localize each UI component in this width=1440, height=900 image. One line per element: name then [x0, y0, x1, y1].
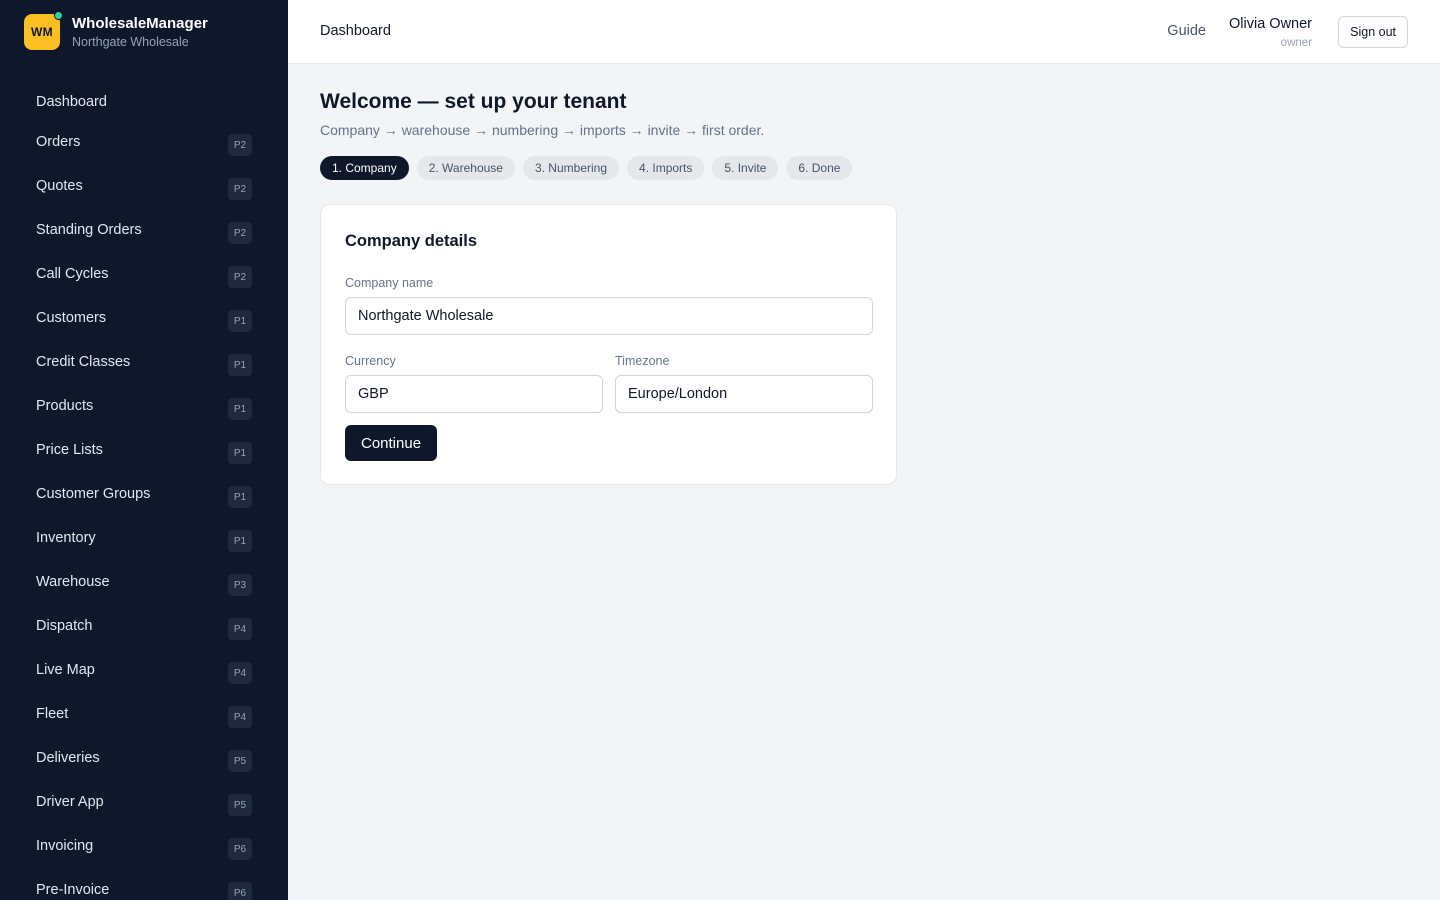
brand-logo: WM [24, 11, 63, 50]
top-bar: Dashboard Guide Olivia Owner owner Sign … [288, 0, 1440, 64]
sidebar-item-label: Pre-Invoice [36, 882, 110, 898]
sidebar-item-fleet[interactable]: Fleet P4 [16, 692, 272, 736]
step-company[interactable]: 1. Company [320, 156, 409, 180]
sidebar-item-warehouse[interactable]: Warehouse P3 [16, 560, 272, 604]
user-info: Olivia Owner owner [1229, 15, 1312, 51]
sidebar-item-label: Fleet [36, 706, 69, 722]
sidebar-item-deliveries[interactable]: Deliveries P5 [16, 736, 272, 780]
sidebar-item-customer-groups[interactable]: Customer Groups P1 [16, 472, 272, 516]
sidebar-nav: Dashboard Orders P2 Quotes P2 Standing O… [16, 80, 272, 900]
timezone-label: Timezone [615, 354, 670, 368]
sidebar-item-dispatch[interactable]: Dispatch P4 [16, 604, 272, 648]
company-details-card: Company details Company name Currency Ti… [320, 204, 897, 485]
sidebar-item-label: Dispatch [36, 618, 93, 634]
currency-label: Currency [345, 354, 396, 368]
sidebar-item-label: Call Cycles [36, 266, 109, 282]
phase-badge: P6 [228, 838, 252, 860]
sidebar-item-label: Standing Orders [36, 222, 142, 238]
main-content: Welcome — set up your tenant Company → w… [320, 64, 1408, 485]
sidebar-item-call-cycles[interactable]: Call Cycles P2 [16, 252, 272, 296]
phase-badge: P2 [228, 134, 252, 156]
sidebar-item-label: Price Lists [36, 442, 103, 458]
sidebar-item-label: Invoicing [36, 838, 94, 854]
sidebar-item-label: Customer Groups [36, 486, 151, 502]
sidebar-item-label: Orders [36, 134, 81, 150]
phase-badge: P1 [228, 530, 252, 552]
phase-badge: P6 [228, 882, 252, 900]
card-title: Company details [345, 232, 478, 250]
step-numbering[interactable]: 3. Numbering [522, 156, 620, 180]
company-name-input[interactable] [345, 297, 873, 335]
welcome-heading: Welcome — set up your tenant [320, 90, 627, 113]
sidebar-item-label: Deliveries [36, 750, 100, 766]
brand-text: WholesaleManager Northgate Wholesale [72, 14, 208, 50]
sidebar-item-label: Warehouse [36, 574, 110, 590]
brand-logo-text: WM [31, 25, 53, 39]
sidebar-item-label: Products [36, 398, 94, 414]
sidebar-item-price-lists[interactable]: Price Lists P1 [16, 428, 272, 472]
sidebar-item-label: Customers [36, 310, 107, 326]
brand[interactable]: WM WholesaleManager Northgate Wholesale [24, 11, 208, 50]
status-dot-icon [54, 11, 63, 20]
sidebar-item-orders[interactable]: Orders P2 [16, 120, 272, 164]
sidebar-item-pre-invoice[interactable]: Pre-Invoice P6 [16, 868, 272, 900]
phase-badge: P5 [228, 750, 252, 772]
phase-badge: P2 [228, 178, 252, 200]
sidebar-item-label: Driver App [36, 794, 104, 810]
phase-badge: P4 [228, 662, 252, 684]
sidebar-item-label: Credit Classes [36, 354, 131, 370]
sidebar-item-standing-orders[interactable]: Standing Orders P2 [16, 208, 272, 252]
phase-badge: P5 [228, 794, 252, 816]
company-name-label: Company name [345, 276, 434, 290]
sidebar-item-driver-app[interactable]: Driver App P5 [16, 780, 272, 824]
user-role: owner [1280, 37, 1312, 49]
app-name: WholesaleManager [72, 15, 208, 32]
timezone-input[interactable] [615, 375, 873, 413]
phase-badge: P1 [228, 442, 252, 464]
continue-button[interactable]: Continue [345, 425, 438, 461]
page-title: Dashboard [320, 23, 391, 39]
phase-badge: P2 [228, 266, 252, 288]
sidebar-item-label: Quotes [36, 178, 83, 194]
step-warehouse[interactable]: 2. Warehouse [416, 156, 515, 180]
setup-stepper: 1. Company 2. Warehouse 3. Numbering 4. … [320, 156, 1408, 180]
phase-badge: P1 [228, 398, 252, 420]
phase-badge: P2 [228, 222, 252, 244]
sidebar-item-label: Live Map [36, 662, 95, 678]
phase-badge: P3 [228, 574, 252, 596]
guide-link[interactable]: Guide [1167, 23, 1206, 39]
sidebar-item-dashboard[interactable]: Dashboard [16, 80, 272, 124]
sidebar-item-products[interactable]: Products P1 [16, 384, 272, 428]
step-invite[interactable]: 5. Invite [712, 156, 779, 180]
sidebar-item-quotes[interactable]: Quotes P2 [16, 164, 272, 208]
sidebar-item-label: Dashboard [36, 94, 107, 110]
phase-badge: P4 [228, 706, 252, 728]
sidebar-item-invoicing[interactable]: Invoicing P6 [16, 824, 272, 868]
sidebar-item-credit-classes[interactable]: Credit Classes P1 [16, 340, 272, 384]
sidebar-item-inventory[interactable]: Inventory P1 [16, 516, 272, 560]
sidebar-item-label: Inventory [36, 530, 96, 546]
phase-badge: P4 [228, 618, 252, 640]
phase-badge: P1 [228, 310, 252, 332]
setup-steps-description: Company → warehouse → numbering → import… [320, 122, 765, 138]
user-name: Olivia Owner [1229, 16, 1312, 32]
phase-badge: P1 [228, 486, 252, 508]
step-imports[interactable]: 4. Imports [627, 156, 705, 180]
currency-input[interactable] [345, 375, 603, 413]
phase-badge: P1 [228, 354, 252, 376]
sidebar-item-live-map[interactable]: Live Map P4 [16, 648, 272, 692]
sidebar-item-customers[interactable]: Customers P1 [16, 296, 272, 340]
sign-out-button[interactable]: Sign out [1338, 16, 1408, 48]
step-done[interactable]: 6. Done [786, 156, 853, 180]
sidebar: WM WholesaleManager Northgate Wholesale … [0, 0, 288, 900]
tenant-name: Northgate Wholesale [72, 35, 189, 49]
